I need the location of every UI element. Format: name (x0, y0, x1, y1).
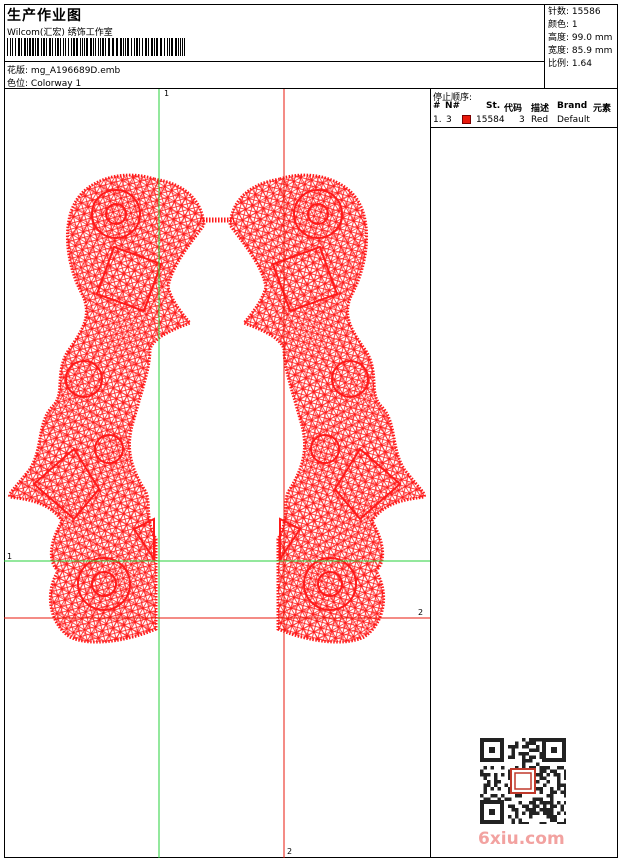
watermark-text: 6xiu.com (478, 829, 565, 849)
color-swatch (462, 115, 471, 124)
col-needle: N# (445, 101, 461, 111)
stat-colors: 颜色: 1 (548, 20, 578, 30)
stat-width: 宽度: 85.9 mm (548, 46, 613, 56)
guide-label-red-bottom: 2 (287, 847, 293, 856)
row-stitches: 15584 (476, 115, 505, 125)
embroidery-preview (4, 89, 430, 858)
barcode-icon (7, 38, 185, 56)
col-stitches: St. (486, 101, 501, 111)
guide-label-green-top: 1 (164, 89, 170, 98)
design-canvas[interactable]: 1 1 2 2 (4, 89, 431, 858)
col-brand: Brand (557, 101, 588, 111)
row-needle: 3 (446, 115, 452, 125)
header: 生产作业图 Wilcom(汇宏) 绣饰工作室 花版: mg_A196689D.e… (4, 4, 618, 89)
design-label: 花版: (7, 66, 29, 76)
colorway-label: 色位: (7, 79, 29, 89)
col-description: 描述 (531, 104, 550, 114)
row-description: Red (531, 115, 549, 125)
row-brand: Default (557, 115, 590, 125)
col-element: 元素 (593, 104, 612, 114)
company-name: Wilcom(汇宏) 绣饰工作室 (7, 28, 113, 38)
page-title: 生产作业图 (7, 8, 82, 24)
panel-divider (431, 127, 618, 128)
lace-right (228, 173, 426, 644)
header-info: 生产作业图 Wilcom(汇宏) 绣饰工作室 花版: mg_A196689D.e… (4, 4, 544, 89)
row-code: 3 (519, 115, 525, 125)
stat-scale: 比例: 1.64 (548, 59, 592, 69)
stat-stitches: 针数: 15586 (548, 7, 601, 17)
guide-label-green-left: 1 (7, 552, 13, 561)
guide-label-red-right: 2 (418, 608, 424, 617)
design-stats: 针数: 15586 颜色: 1 高度: 99.0 mm 宽度: 85.9 mm … (544, 4, 618, 89)
lace-left (8, 173, 206, 644)
stop-sequence-header: # N# St. 代码 描述 Brand 元素 (431, 101, 618, 114)
colorway-value: Colorway 1 (30, 79, 82, 89)
header-divider (4, 61, 544, 62)
design-file: mg_A196689D.emb (30, 66, 121, 76)
col-number: # (433, 101, 441, 111)
qr-code-icon (480, 738, 566, 824)
row-number: 1. (433, 115, 442, 125)
col-code: 代码 (504, 104, 523, 114)
stop-sequence-row[interactable]: 1. 3 15584 3 Red Default (431, 115, 618, 127)
colorway-line: 色位: Colorway 1 (7, 76, 81, 89)
design-file-line: 花版: mg_A196689D.emb (7, 63, 120, 76)
stat-height: 高度: 99.0 mm (548, 33, 613, 43)
